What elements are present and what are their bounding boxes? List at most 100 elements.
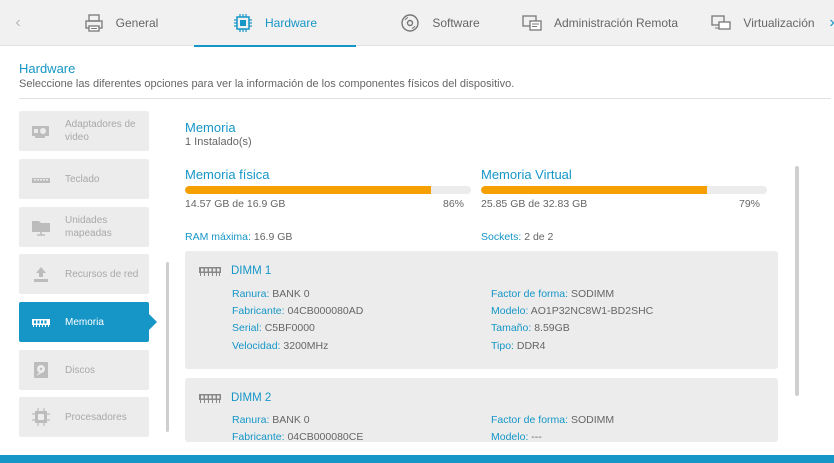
- field-label: Tipo:: [491, 340, 514, 352]
- dimm-form-factor: Factor de forma: SODIMM: [491, 414, 614, 426]
- sidebar-item-label: Teclado: [65, 173, 100, 185]
- physical-memory-bar: [185, 186, 471, 194]
- field-label: Serial:: [232, 322, 262, 334]
- bottom-accent-bar: [0, 455, 834, 463]
- keyboard-icon: [31, 169, 51, 189]
- ram-max: RAM máxima: 16.9 GB: [185, 231, 292, 243]
- sidebar-item-label: Procesadores: [65, 411, 127, 423]
- top-tab-bar: ‹ General Hardware Software Administraci…: [0, 0, 834, 47]
- dimm-serial: Serial: C5BF0000: [232, 322, 315, 334]
- tab-label: Virtualización: [743, 16, 815, 30]
- sidebar-item-unidades-mapeadas[interactable]: Unidades mapeadas: [19, 207, 149, 247]
- scroll-tabs-left-icon[interactable]: ‹: [10, 14, 26, 32]
- chip-icon: [233, 14, 252, 32]
- physical-memory-detail: 14.57 GB de 16.9 GB: [185, 198, 286, 210]
- sidebar-item-discos[interactable]: Discos: [19, 350, 149, 390]
- field-label: Factor de forma:: [491, 288, 569, 300]
- sidebar-item-adaptadores-de-video[interactable]: Adaptadores de video: [19, 111, 149, 151]
- field-label: Fabricante:: [232, 431, 285, 442]
- ram-max-value: 16.9 GB: [253, 231, 293, 243]
- dimm-model: Modelo: ---: [491, 431, 542, 442]
- tab-hardware[interactable]: Hardware: [194, 0, 356, 47]
- virtual-memory-title: Memoria Virtual: [481, 167, 572, 182]
- sockets-value: 2 de 2: [524, 231, 554, 243]
- memory-title: Memoria: [185, 120, 236, 135]
- dimm-slot: Ranura: BANK 0: [232, 414, 310, 426]
- tab-software[interactable]: Software: [390, 0, 490, 46]
- sidebar-scrollbar[interactable]: [166, 262, 169, 432]
- sidebar-item-recursos-de-red[interactable]: Recursos de red: [19, 254, 149, 294]
- dimm-manufacturer: Fabricante: 04CB000080CE: [232, 431, 363, 442]
- field-value: C5BF0000: [264, 322, 315, 334]
- sidebar-item-label: Memoria: [65, 316, 104, 328]
- dimm-name: DIMM 1: [231, 265, 272, 277]
- page-title: Hardware: [19, 61, 76, 76]
- physical-memory-percent: 86%: [442, 198, 464, 210]
- tab-label: Hardware: [264, 16, 318, 30]
- sockets-label: Sockets:: [481, 231, 522, 243]
- tab-administracion-remota[interactable]: Administración Remota: [518, 0, 682, 46]
- memory-icon: [199, 394, 221, 403]
- dimm-name: DIMM 2: [231, 392, 272, 404]
- dimm-header: DIMM 1: [199, 265, 271, 277]
- field-value: BANK 0: [272, 414, 310, 426]
- divider: [19, 98, 831, 99]
- sockets: Sockets: 2 de 2: [481, 231, 553, 243]
- folder-network-icon: [31, 217, 51, 237]
- dimm-header: DIMM 2: [199, 392, 271, 404]
- physical-memory-title: Memoria física: [185, 167, 270, 182]
- sidebar-item-procesadores[interactable]: Procesadores: [19, 397, 149, 437]
- memory-icon: [199, 267, 221, 276]
- tab-label: General: [115, 16, 159, 30]
- memory-icon: [31, 312, 51, 332]
- content-scrollbar[interactable]: [795, 166, 799, 396]
- tab-virtualizacion[interactable]: Virtualización: [706, 0, 820, 46]
- field-value: BANK 0: [272, 288, 310, 300]
- sidebar-item-memoria[interactable]: Memoria: [19, 302, 157, 342]
- tab-general[interactable]: General: [62, 0, 180, 46]
- tab-label: Software: [432, 16, 480, 30]
- memory-installed-count: 1 Instalado(s): [185, 136, 252, 148]
- sidebar-item-teclado[interactable]: Teclado: [19, 159, 149, 199]
- page-description: Seleccione las diferentes opciones para …: [19, 78, 515, 90]
- field-label: Velocidad:: [232, 340, 281, 352]
- dimm-card: DIMM 1 Ranura: BANK 0 Fabricante: 04CB00…: [185, 251, 778, 369]
- tab-label: Administración Remota: [553, 16, 679, 30]
- ram-max-label: RAM máxima:: [185, 231, 251, 243]
- field-label: Ranura:: [232, 414, 270, 426]
- field-value: AO1P32NC8W1-BD2SHC: [530, 305, 654, 317]
- dimm-card: DIMM 2 Ranura: BANK 0 Fabricante: 04CB00…: [185, 378, 778, 442]
- virtual-memory-percent: 79%: [738, 198, 760, 210]
- scroll-tabs-right-icon[interactable]: ›: [824, 14, 834, 32]
- dimm-form-factor: Factor de forma: SODIMM: [491, 288, 614, 300]
- dimm-type: Tipo: DDR4: [491, 340, 545, 352]
- virtual-memory-fill: [481, 186, 707, 194]
- dimm-model: Modelo: AO1P32NC8W1-BD2SHC: [491, 305, 653, 317]
- field-value: 3200MHz: [283, 340, 329, 352]
- dimm-speed: Velocidad: 3200MHz: [232, 340, 328, 352]
- sidebar-item-label: Adaptadores de video: [65, 119, 136, 143]
- field-label: Fabricante:: [232, 305, 285, 317]
- video-card-icon: [31, 121, 51, 141]
- field-value: ---: [531, 431, 542, 442]
- physical-memory-fill: [185, 186, 431, 194]
- field-label: Tamaño:: [491, 322, 532, 334]
- field-value: 04CB000080CE: [287, 431, 364, 442]
- sidebar-item-label: Recursos de red: [65, 268, 139, 280]
- remote-desktop-icon: [522, 15, 542, 31]
- virtual-memory-bar: [481, 186, 767, 194]
- hard-disk-icon: [31, 360, 51, 380]
- field-value: SODIMM: [570, 288, 615, 300]
- field-label: Ranura:: [232, 288, 270, 300]
- dimm-size: Tamaño: 8.59GB: [491, 322, 570, 334]
- sidebar-item-label: Unidades mapeadas: [65, 215, 112, 239]
- field-label: Modelo:: [491, 305, 529, 317]
- field-value: SODIMM: [570, 414, 615, 426]
- upload-icon: [31, 264, 51, 284]
- dimm-manufacturer: Fabricante: 04CB000080AD: [232, 305, 363, 317]
- field-value: 04CB000080AD: [287, 305, 364, 317]
- virtual-memory-detail: 25.85 GB de 32.83 GB: [481, 198, 588, 210]
- processor-icon: [31, 407, 51, 427]
- field-value: DDR4: [516, 340, 546, 352]
- sidebar-item-label: Discos: [65, 364, 96, 376]
